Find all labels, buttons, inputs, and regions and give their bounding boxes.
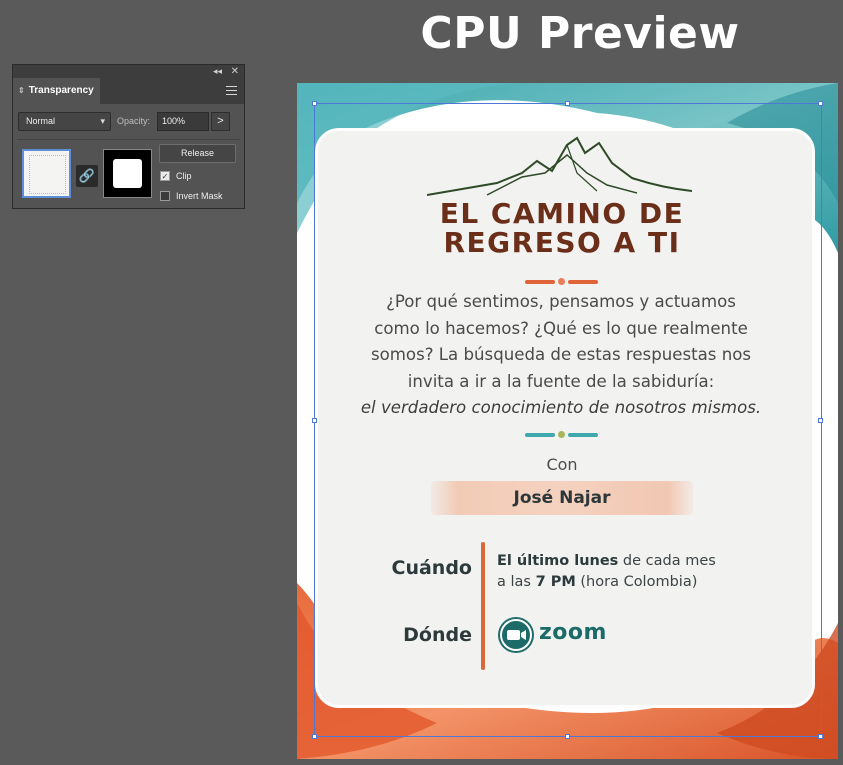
- release-button[interactable]: Release: [159, 144, 236, 163]
- clip-label: Clip: [176, 171, 192, 181]
- chevron-down-icon: ▾: [100, 116, 105, 126]
- tab-expand-icon[interactable]: ⇕: [18, 86, 25, 95]
- preview-title: CPU Preview: [420, 8, 740, 59]
- opacity-input[interactable]: 100%: [157, 112, 209, 131]
- double-chevron-left-icon[interactable]: ◂◂: [213, 65, 222, 78]
- link-icon[interactable]: 🔗: [76, 165, 98, 187]
- selection-handle-top-right[interactable]: [818, 101, 823, 106]
- selection-handle-bottom-center[interactable]: [565, 734, 570, 739]
- opacity-slider-button[interactable]: >: [211, 112, 230, 131]
- blend-mode-value: Normal: [26, 116, 56, 126]
- poster-canvas[interactable]: EL CAMINO DE REGRESO A TI ¿Por qué senti…: [297, 83, 838, 759]
- invert-mask-checkbox[interactable]: [160, 191, 170, 201]
- panel-title-bar[interactable]: ◂◂ ✕: [13, 65, 244, 78]
- transparency-panel: ◂◂ ✕ ⇕ Transparency Normal ▾ Opacity: 100…: [12, 64, 245, 209]
- tab-transparency-label: Transparency: [28, 85, 94, 96]
- selection-handle-middle-right[interactable]: [818, 418, 823, 423]
- selection-handle-bottom-left[interactable]: [312, 734, 317, 739]
- opacity-label: Opacity:: [117, 116, 151, 126]
- close-icon[interactable]: ✕: [231, 65, 239, 78]
- selection-bounding-box[interactable]: [314, 103, 822, 737]
- tab-transparency[interactable]: ⇕ Transparency: [13, 78, 100, 104]
- selection-handle-top-center[interactable]: [565, 101, 570, 106]
- panel-menu-icon[interactable]: [226, 86, 237, 98]
- panel-tab-bar: ⇕ Transparency: [13, 78, 244, 104]
- blend-mode-dropdown[interactable]: Normal ▾: [18, 112, 111, 131]
- invert-mask-label: Invert Mask: [176, 191, 223, 201]
- selection-handle-top-left[interactable]: [312, 101, 317, 106]
- panel-divider: [17, 139, 240, 140]
- mask-thumbnail[interactable]: [103, 149, 152, 198]
- selection-handle-bottom-right[interactable]: [818, 734, 823, 739]
- selection-handle-middle-left[interactable]: [312, 418, 317, 423]
- artwork-thumbnail[interactable]: [22, 149, 71, 198]
- clip-checkbox[interactable]: ✓: [160, 171, 170, 181]
